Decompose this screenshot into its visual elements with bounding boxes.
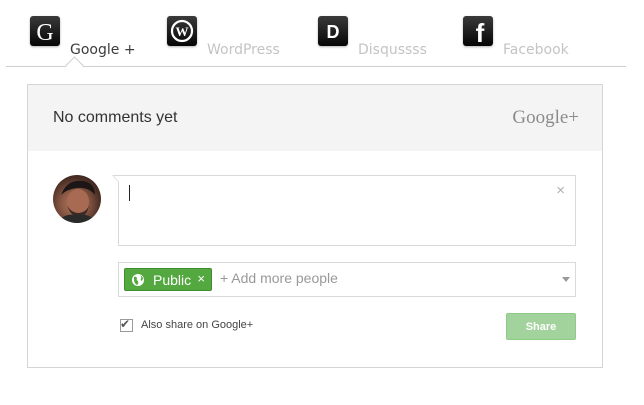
editor-notch — [112, 175, 119, 183]
facebook-icon: f — [463, 16, 493, 46]
user-photo-icon — [57, 180, 97, 223]
comment-input[interactable] — [127, 180, 541, 242]
tab-label: Google + — [70, 42, 136, 58]
tab-wordpress[interactable]: W WordPress — [167, 0, 287, 66]
google-g-icon: G — [30, 16, 60, 46]
comments-panel: No comments yet Google+ × Public × + Add… — [27, 84, 603, 368]
tab-label: WordPress — [207, 42, 280, 58]
tab-disqus[interactable]: D Disqussss — [318, 0, 438, 66]
share-button[interactable]: Share — [506, 313, 576, 340]
comment-editor[interactable]: × — [112, 175, 576, 246]
svg-text:f: f — [476, 18, 485, 46]
svg-text:D: D — [327, 22, 340, 42]
globe-icon — [132, 274, 144, 286]
also-share-checkbox[interactable]: ✔ — [120, 317, 133, 332]
service-tabs: G Google + W WordPress D Disqussss f Fac… — [0, 0, 644, 75]
no-comments-heading: No comments yet — [53, 109, 178, 126]
tab-facebook[interactable]: f Facebook — [463, 0, 583, 66]
panel-header: No comments yet Google+ — [28, 85, 602, 151]
tab-label: Facebook — [503, 42, 569, 58]
remove-chip-icon[interactable]: × — [197, 271, 205, 286]
also-share-label: Also share on Google+ — [141, 319, 254, 331]
text-caret — [129, 185, 130, 201]
disqus-icon: D — [318, 16, 348, 46]
svg-text:W: W — [176, 24, 189, 39]
share-with-box[interactable]: Public × — [118, 262, 576, 297]
chevron-down-icon[interactable] — [562, 277, 570, 282]
tab-label: Disqussss — [358, 42, 427, 58]
tab-google-plus[interactable]: G Google + — [30, 0, 140, 66]
avatar — [53, 175, 101, 223]
svg-text:G: G — [36, 20, 53, 46]
close-icon[interactable]: × — [556, 182, 565, 199]
google-plus-logo: Google+ — [512, 107, 579, 128]
tab-divider — [6, 66, 626, 67]
chip-label: Public — [153, 272, 192, 288]
wordpress-icon: W — [167, 16, 197, 46]
public-audience-chip[interactable]: Public × — [124, 268, 212, 291]
add-people-input[interactable] — [220, 270, 540, 286]
checkmark-icon: ✔ — [120, 317, 131, 331]
